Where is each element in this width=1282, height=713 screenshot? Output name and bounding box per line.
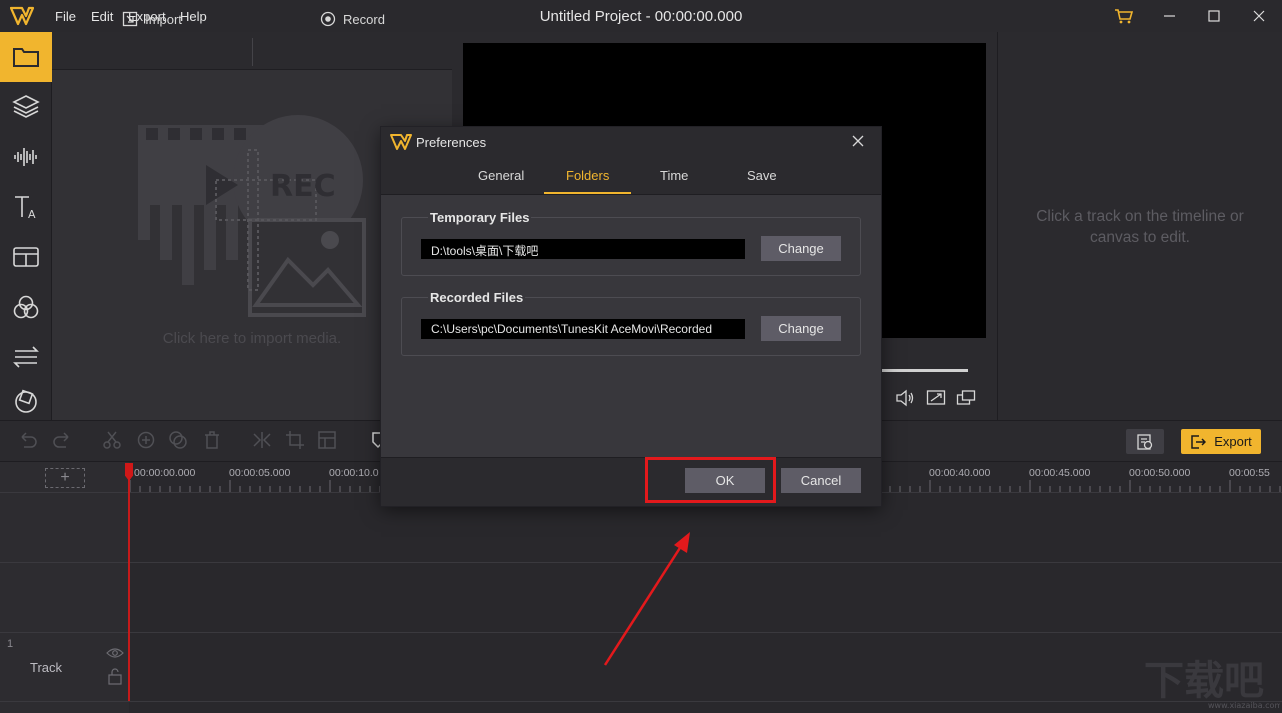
sidebar-item-audio[interactable] <box>0 132 52 182</box>
export-button[interactable]: Export <box>1181 429 1261 454</box>
app-logo-icon <box>10 6 34 26</box>
active-tab-indicator <box>544 192 631 194</box>
tab-time[interactable]: Time <box>660 168 688 183</box>
recorded-files-title: Recorded Files <box>428 290 526 305</box>
sidebar-item-filters[interactable] <box>0 282 52 332</box>
tab-save[interactable]: Save <box>747 168 777 183</box>
sidebar-item-text[interactable]: A <box>0 182 52 232</box>
redo-icon[interactable] <box>52 430 72 450</box>
temporary-path-field[interactable]: D:\tools\桌面\下载吧 <box>421 239 745 259</box>
track-number: 1 <box>7 638 14 650</box>
playhead[interactable] <box>128 463 130 701</box>
plus-icon: + <box>60 469 70 486</box>
split-icon[interactable] <box>252 430 272 450</box>
maximize-icon[interactable] <box>1202 6 1226 26</box>
svg-text:A: A <box>28 208 36 221</box>
layers-icon <box>12 94 40 120</box>
cancel-button[interactable]: Cancel <box>781 468 861 493</box>
filter-icon <box>12 294 40 320</box>
tick-label: 00:00:05.000 <box>229 467 291 479</box>
sidebar-item-elements[interactable] <box>0 382 52 420</box>
template-icon <box>12 245 40 269</box>
fit-screen-icon[interactable] <box>926 389 946 407</box>
delete-icon[interactable] <box>202 430 222 450</box>
undo-icon[interactable] <box>18 430 38 450</box>
tick-label: 00:00:55 <box>1229 467 1270 479</box>
folder-icon <box>12 45 40 69</box>
dialog-title: Preferences <box>416 135 487 150</box>
recorded-path-field[interactable]: C:\Users\pc\Documents\TunesKit AceMovi\R… <box>421 319 745 339</box>
copy-icon[interactable] <box>136 430 156 450</box>
change-temporary-button[interactable]: Change <box>761 236 841 261</box>
properties-hint: Click a track on the timeline or canvas … <box>1036 208 1244 246</box>
cart-icon[interactable] <box>1112 6 1136 26</box>
adjust-icon[interactable] <box>317 430 337 450</box>
record-icon <box>320 11 336 27</box>
import-media-illustration[interactable]: REC <box>138 110 368 320</box>
import-button[interactable]: Import <box>52 0 252 38</box>
tick-label: 00:00:50.000 <box>1129 467 1191 479</box>
tick-label: 00:00:45.000 <box>1029 467 1091 479</box>
change-recorded-button[interactable]: Change <box>761 316 841 341</box>
export-icon <box>1190 434 1207 450</box>
minimize-icon[interactable] <box>1158 6 1182 26</box>
record-label: Record <box>343 11 385 27</box>
rec-text: REC <box>270 169 336 204</box>
sidebar-item-media[interactable] <box>0 32 52 82</box>
sidebar-item-transitions[interactable] <box>0 332 52 382</box>
tick-label: 00:00:00.000 <box>134 467 196 479</box>
element-icon <box>12 388 40 414</box>
tick-label: 00:00:40.000 <box>929 467 991 479</box>
watermark-text: 下载吧 <box>1144 658 1264 704</box>
tab-divider <box>252 38 253 66</box>
app-logo-icon <box>390 134 412 150</box>
popout-icon[interactable] <box>956 389 976 407</box>
import-label: Import <box>145 11 182 27</box>
sidebar-item-templates[interactable] <box>0 232 52 282</box>
annotation-arrow <box>603 532 690 666</box>
export-label: Export <box>1214 434 1252 449</box>
record-button[interactable]: Record <box>253 0 452 38</box>
dialog-close-icon[interactable] <box>850 133 866 149</box>
dialog-tab-bar <box>381 157 881 195</box>
transition-icon <box>12 345 40 369</box>
text-icon: A <box>12 193 40 221</box>
tab-folders[interactable]: Folders <box>566 168 609 183</box>
cut-icon[interactable] <box>102 430 122 450</box>
track-row-divider <box>0 701 1282 702</box>
timeline-settings-button[interactable] <box>1126 429 1164 454</box>
sidebar-item-layers[interactable] <box>0 82 52 132</box>
volume-icon[interactable] <box>895 389 915 407</box>
ok-highlight-box <box>645 457 776 503</box>
duplicate-icon[interactable] <box>168 430 188 450</box>
close-icon[interactable] <box>1247 6 1271 26</box>
watermark-url: www.xiazaiba.com <box>1208 701 1280 710</box>
tick-label: 00:00:10.0 <box>329 467 379 479</box>
import-icon <box>122 11 138 27</box>
preview-progress-bar[interactable] <box>880 369 968 372</box>
temporary-files-title: Temporary Files <box>428 210 532 225</box>
settings-icon <box>1136 433 1154 451</box>
add-track-button[interactable]: + <box>45 468 85 488</box>
site-watermark: 下载吧 www.xiazaiba.com <box>1140 652 1280 710</box>
audio-wave-icon <box>12 145 40 169</box>
lock-icon[interactable] <box>107 667 123 685</box>
tab-general[interactable]: General <box>478 168 524 183</box>
eye-icon[interactable] <box>106 646 124 660</box>
crop-icon[interactable] <box>285 430 305 450</box>
track-label: Track <box>30 660 63 675</box>
